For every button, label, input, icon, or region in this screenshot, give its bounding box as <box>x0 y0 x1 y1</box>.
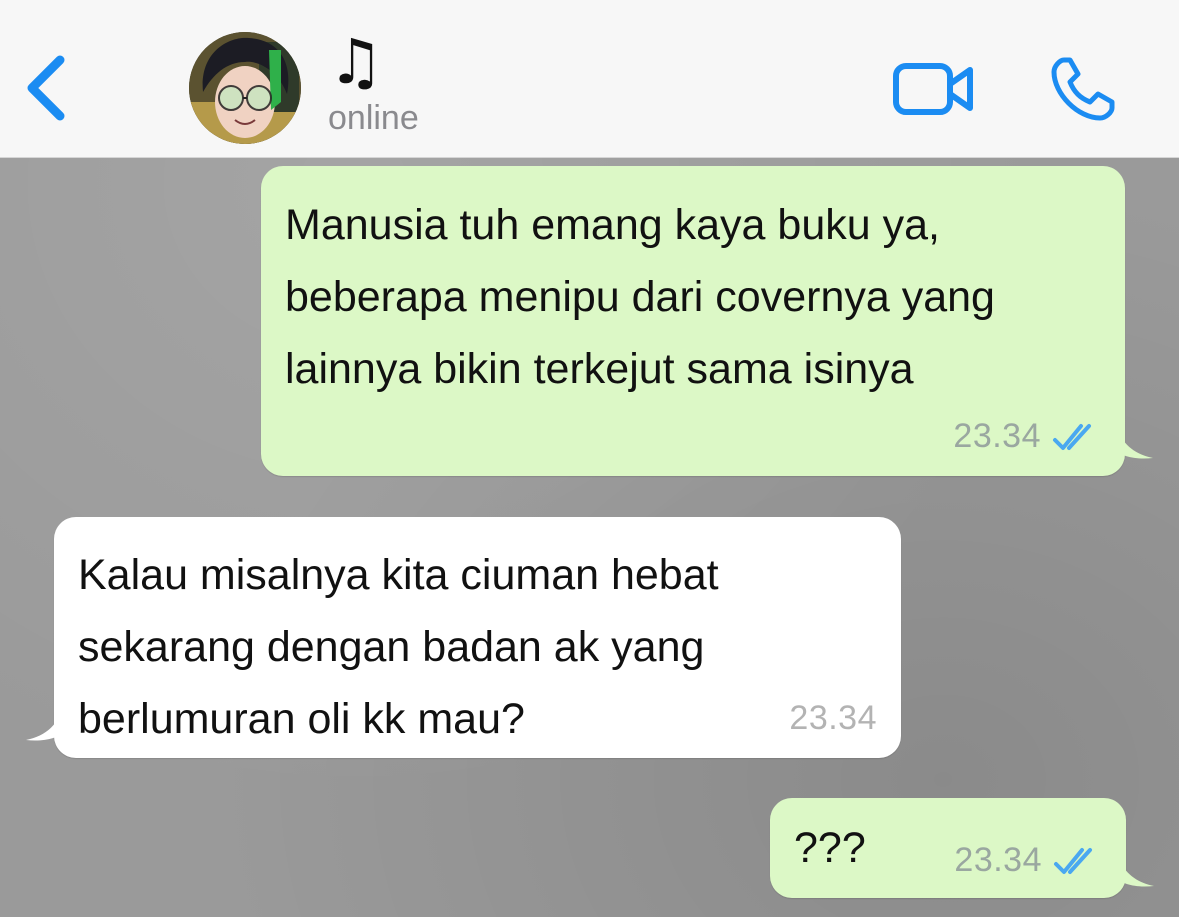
message-time: 23.34 <box>954 841 1042 879</box>
message-time: 23.34 <box>953 417 1041 455</box>
video-call-button[interactable] <box>892 60 976 118</box>
phone-icon <box>1051 57 1115 121</box>
message-bubble-outgoing[interactable]: Manusia tuh emang kaya buku ya, beberapa… <box>261 166 1153 476</box>
bubble-tail <box>1116 848 1154 887</box>
message-meta: 23.34 <box>954 841 1100 880</box>
bubble-tail <box>26 702 64 741</box>
chat-header: ♫ online <box>0 0 1179 158</box>
video-camera-icon <box>893 63 973 115</box>
contact-name[interactable]: ♫ <box>328 30 384 94</box>
message-bubble-incoming[interactable]: Kalau misalnya kita ciuman hebat sekaran… <box>26 517 901 758</box>
double-check-icon <box>1054 847 1092 874</box>
message-text: ??? <box>794 824 866 872</box>
message-meta: 23.34 <box>789 699 877 738</box>
chevron-left-icon <box>27 55 65 121</box>
avatar-image <box>189 32 301 144</box>
message-time: 23.34 <box>789 699 877 737</box>
bubble-tail <box>1115 420 1153 459</box>
voice-call-button[interactable] <box>1050 56 1118 122</box>
back-button[interactable] <box>22 52 72 124</box>
message-bubble-outgoing[interactable]: ??? 23.34 <box>770 798 1154 898</box>
message-meta: 23.34 <box>953 417 1099 456</box>
double-check-icon <box>1053 423 1091 450</box>
message-text: Kalau misalnya kita ciuman hebat sekaran… <box>78 551 719 743</box>
message-text: Manusia tuh emang kaya buku ya, beberapa… <box>285 201 995 393</box>
contact-avatar[interactable] <box>189 32 301 144</box>
contact-status: online <box>328 99 419 137</box>
